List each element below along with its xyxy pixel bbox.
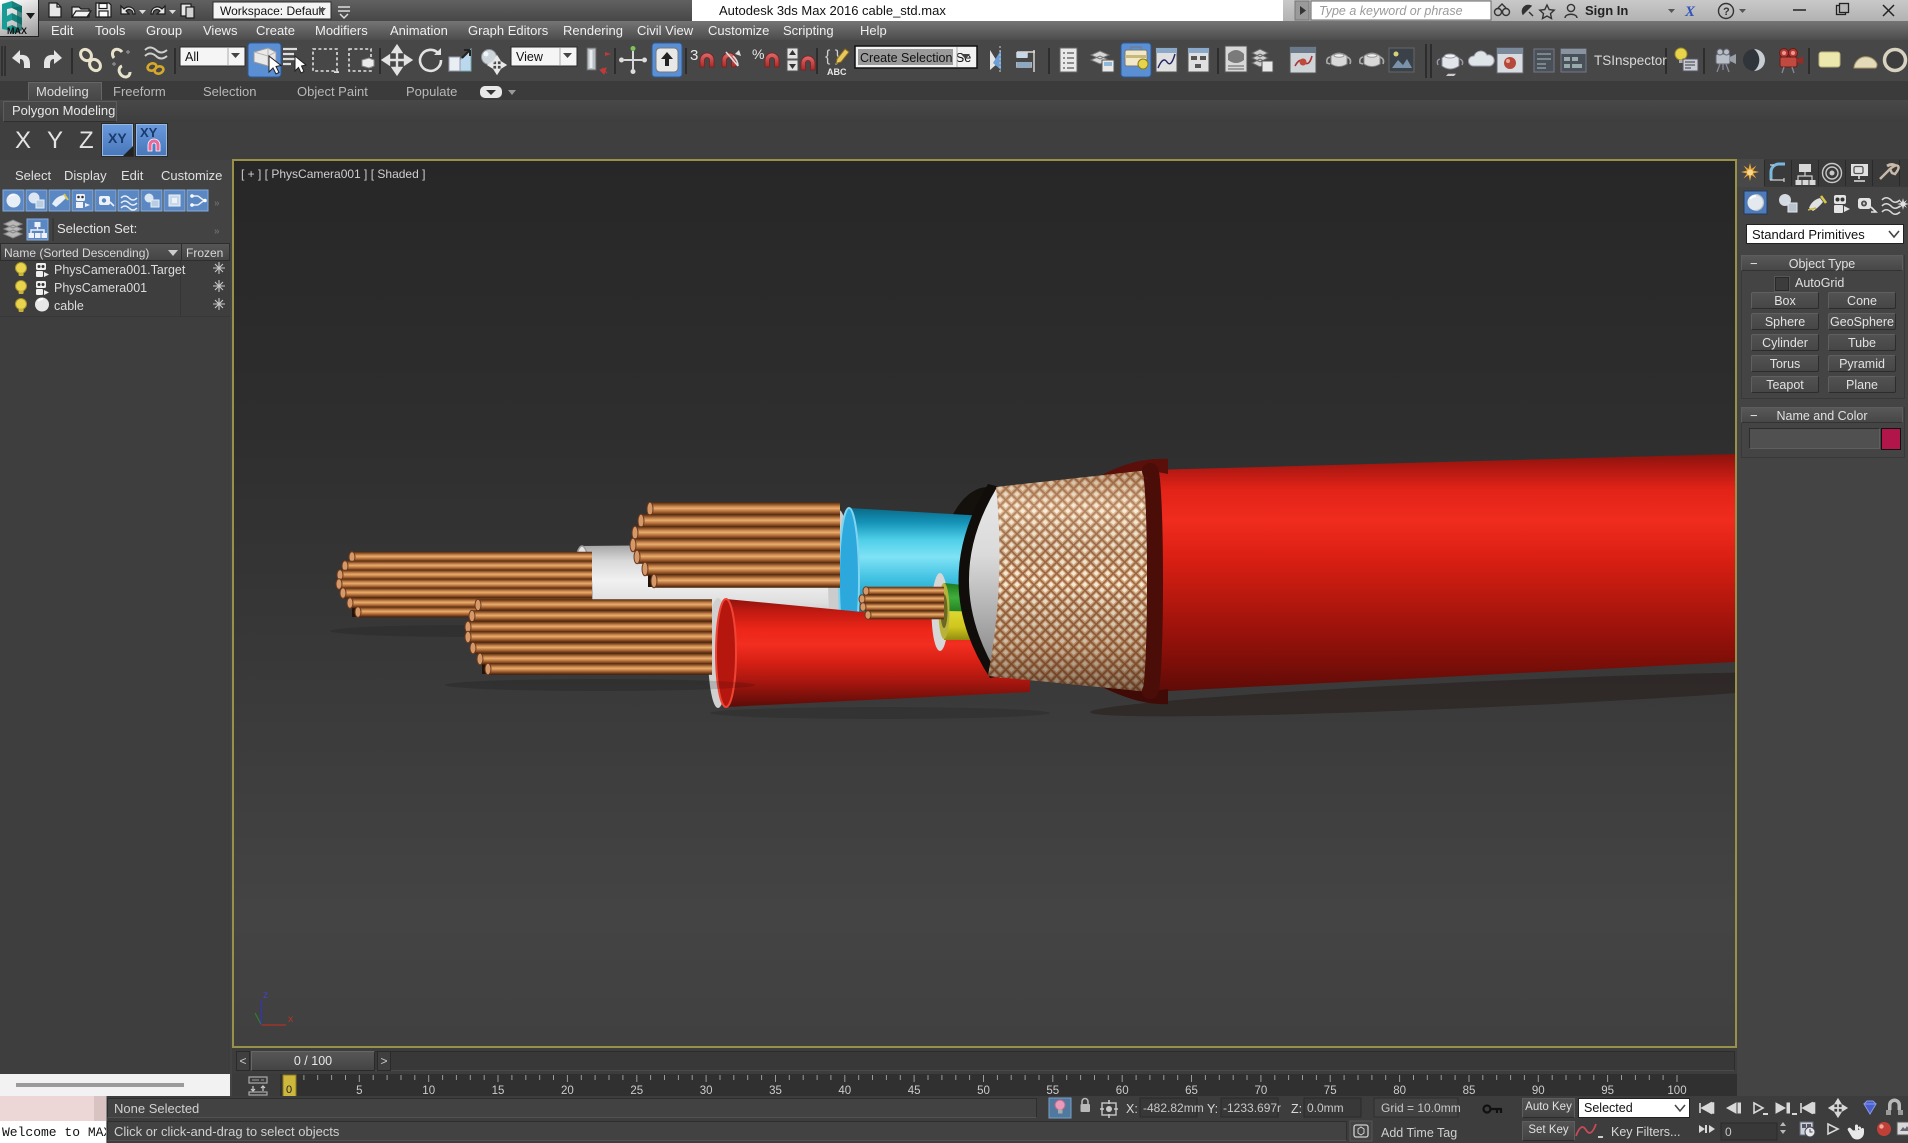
svg-text:X:: X: [1126,1102,1138,1116]
svg-text:Grid = 10.0mm: Grid = 10.0mm [1381,1101,1461,1115]
svg-text:Z:: Z: [1291,1102,1302,1116]
svg-text:Workspace: Default: Workspace: Default [220,4,325,18]
svg-text:Type a keyword or phrase: Type a keyword or phrase [1319,4,1463,18]
svg-text:0.0mm: 0.0mm [1307,1101,1344,1115]
svg-text:0: 0 [1725,1125,1732,1139]
svg-text:?: ? [1723,6,1730,18]
svg-text:TSInspector: TSInspector [1594,53,1667,68]
svg-text:Add Time Tag: Add Time Tag [1381,1126,1457,1140]
svg-text:Key Filters...: Key Filters... [1611,1125,1680,1139]
svg-text:Create Selection Se: Create Selection Se [860,51,971,65]
svg-text:3: 3 [690,47,698,64]
svg-text:»: » [214,198,220,209]
svg-text:X: X [1684,4,1696,20]
svg-text:Sign In: Sign In [1585,3,1628,18]
svg-text:ABC: ABC [827,67,847,77]
svg-text:All: All [185,50,199,64]
svg-text:View: View [516,50,544,64]
svg-text:%: % [752,46,764,62]
svg-text:z: z [263,989,268,1001]
svg-text:0: 0 [286,1084,292,1096]
svg-text:»: » [214,226,220,237]
svg-text:-1233.697r: -1233.697r [1223,1101,1281,1115]
svg-text:-482.82mm: -482.82mm [1143,1101,1204,1115]
svg-text:MAX: MAX [7,26,27,36]
svg-text:x: x [288,1013,294,1025]
svg-text:Y:: Y: [1207,1102,1218,1116]
